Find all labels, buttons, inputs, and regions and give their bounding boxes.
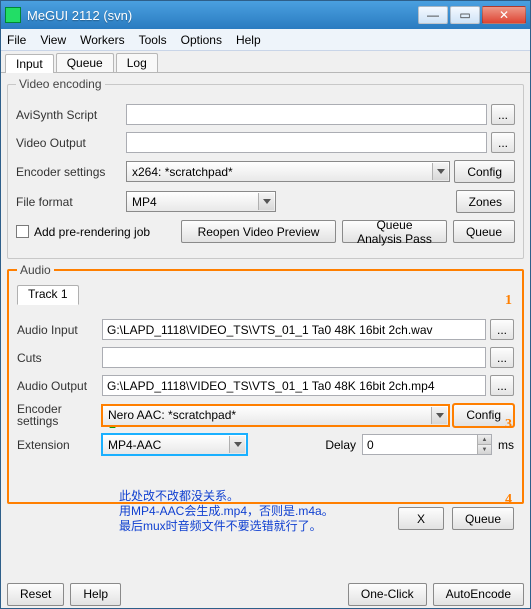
tab-queue[interactable]: Queue	[56, 53, 114, 72]
audio-group: Audio Track 1 1 Audio Input ... Cuts ...…	[7, 263, 524, 504]
audio-output-field[interactable]	[102, 375, 486, 396]
video-config-button[interactable]: Config	[454, 160, 515, 183]
reset-button[interactable]: Reset	[7, 583, 64, 606]
x-button[interactable]: X	[398, 507, 444, 530]
cuts-input[interactable]	[102, 347, 486, 368]
video-group: Video encoding AviSynth Script ... Video…	[7, 77, 524, 259]
maximize-button[interactable]: ▭	[450, 6, 480, 24]
avisynth-label: AviSynth Script	[16, 108, 126, 122]
fileformat-value: MP4	[132, 195, 157, 209]
video-encoder-label: Encoder settings	[16, 165, 126, 179]
audio-output-browse-button[interactable]: ...	[490, 375, 514, 396]
tab-input[interactable]: Input	[5, 54, 54, 73]
audio-input-field[interactable]	[102, 319, 486, 340]
chevron-down-icon	[258, 193, 274, 210]
chevron-down-icon	[229, 436, 245, 453]
avisynth-browse-button[interactable]: ...	[491, 104, 515, 125]
close-button[interactable]: ✕	[482, 6, 526, 24]
audio-legend: Audio	[17, 263, 54, 277]
prerender-label: Add pre-rendering job	[34, 225, 150, 239]
queue-analysis-button[interactable]: Queue Analysis Pass	[342, 220, 447, 243]
menu-view[interactable]: View	[40, 33, 66, 47]
ms-label: ms	[498, 438, 514, 452]
chevron-down-icon	[431, 407, 447, 424]
reopen-preview-button[interactable]: Reopen Video Preview	[181, 220, 336, 243]
bottom-bar: Reset Help One-Click AutoEncode	[1, 580, 530, 608]
menu-file[interactable]: File	[7, 33, 26, 47]
video-output-browse-button[interactable]: ...	[491, 132, 515, 153]
audio-output-label: Audio Output	[17, 379, 102, 393]
audio-input-browse-button[interactable]: ...	[490, 319, 514, 340]
audio-encoder-value: Nero AAC: *scratchpad*	[108, 408, 236, 422]
fileformat-select[interactable]: MP4	[126, 191, 276, 212]
window-title: MeGUI 2112 (svn)	[27, 8, 418, 23]
video-legend: Video encoding	[16, 77, 105, 91]
extension-select[interactable]: MP4-AAC	[102, 434, 247, 455]
chevron-down-icon	[432, 163, 448, 180]
tab-track1[interactable]: Track 1	[17, 285, 79, 305]
fileformat-label: File format	[16, 195, 126, 209]
menu-tools[interactable]: Tools	[139, 33, 167, 47]
audio-encoder-label: Encoder settings	[17, 403, 102, 427]
zones-button[interactable]: Zones	[456, 190, 515, 213]
extension-value: MP4-AAC	[108, 438, 161, 452]
audio-queue-button[interactable]: Queue	[452, 507, 514, 530]
autoencode-button[interactable]: AutoEncode	[433, 583, 524, 606]
audio-input-label: Audio Input	[17, 323, 102, 337]
menu-options[interactable]: Options	[181, 33, 222, 47]
note-text: 此处改不改都没关系。 用MP4-AAC会生成.mp4，否则是.m4a。 最后mu…	[119, 489, 334, 534]
video-output-label: Video Output	[16, 136, 126, 150]
app-icon	[5, 7, 21, 23]
titlebar: MeGUI 2112 (svn) — ▭ ✕	[1, 1, 530, 29]
help-button[interactable]: Help	[70, 583, 121, 606]
audio-encoder-select[interactable]: Nero AAC: *scratchpad*	[102, 405, 449, 426]
menu-bar: File View Workers Tools Options Help	[1, 29, 530, 51]
menu-help[interactable]: Help	[236, 33, 261, 47]
cuts-label: Cuts	[17, 351, 102, 365]
prerender-checkbox[interactable]: Add pre-rendering job	[16, 225, 181, 239]
video-encoder-select[interactable]: x264: *scratchpad*	[126, 161, 450, 182]
delay-stepper[interactable]: ▲▼	[477, 435, 491, 454]
main-tabs: Input Queue Log	[1, 51, 530, 73]
avisynth-input[interactable]	[126, 104, 487, 125]
video-queue-button[interactable]: Queue	[453, 220, 515, 243]
video-output-input[interactable]	[126, 132, 487, 153]
delay-input[interactable]	[362, 434, 492, 455]
annotation-4: 4	[505, 492, 512, 508]
audio-config-button[interactable]: Config	[453, 404, 514, 427]
tab-log[interactable]: Log	[116, 53, 158, 72]
menu-workers[interactable]: Workers	[80, 33, 124, 47]
checkbox-box-icon	[16, 225, 29, 238]
extension-label: Extension	[17, 438, 102, 452]
delay-label: Delay	[325, 438, 356, 452]
oneclick-button[interactable]: One-Click	[348, 583, 427, 606]
video-encoder-value: x264: *scratchpad*	[132, 165, 233, 179]
cuts-browse-button[interactable]: ...	[490, 347, 514, 368]
minimize-button[interactable]: —	[418, 6, 448, 24]
